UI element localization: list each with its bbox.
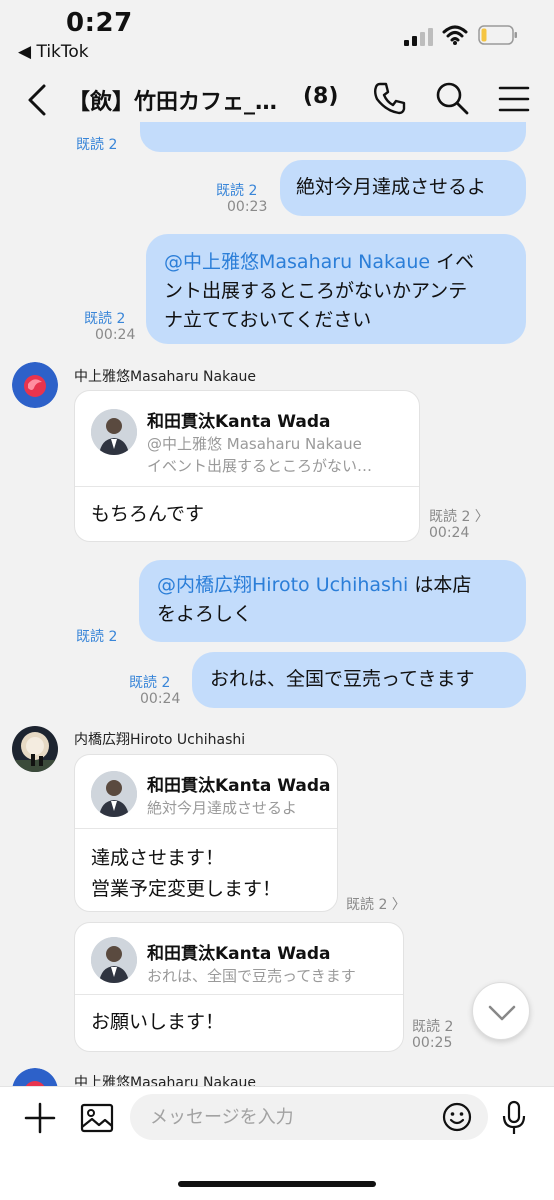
read-receipt: 既読 2: [76, 629, 118, 645]
message-text: おれは、全国で豆売ってきます: [210, 668, 475, 690]
plus-icon[interactable]: [22, 1100, 58, 1136]
avatar: [91, 409, 137, 455]
read-receipt: 既読 2: [129, 675, 171, 691]
message-text: イベ: [430, 251, 475, 273]
avatar[interactable]: [12, 362, 58, 408]
message-time: 00:24: [140, 691, 181, 707]
message-bubble-partial[interactable]: [140, 122, 526, 152]
sender-name: 中上雅悠Masaharu Nakaue: [74, 369, 257, 385]
message-text: お願いします！: [91, 1011, 225, 1033]
read-receipt: 既読 2 〉: [346, 897, 406, 913]
phone-icon[interactable]: [372, 80, 408, 116]
message-time: 00:24: [429, 525, 470, 541]
avatar: [91, 937, 137, 983]
read-receipt: 既読 2: [84, 311, 126, 327]
read-receipt: 既読 2: [216, 183, 258, 199]
read-receipt: 既読 2: [412, 1019, 454, 1035]
quoted-message[interactable]: 和田貫汰Kanta Wada おれは、全国で豆売ってきます: [75, 923, 403, 995]
message-bubble[interactable]: @中上雅悠Masaharu Nakaue イベ ント出展するところがないかアンテ…: [146, 234, 526, 344]
message-bubble[interactable]: おれは、全国で豆売ってきます: [192, 652, 526, 708]
emoji-icon[interactable]: [442, 1102, 472, 1132]
mention[interactable]: @内橋広翔Hiroto Uchihashi: [157, 574, 408, 596]
read-receipt: 既読 2: [76, 137, 118, 153]
reply-message-bubble[interactable]: 和田貫汰Kanta Wada 絶対今月達成させるよ 達成させます！ 営業予定変更…: [74, 754, 338, 912]
message-bubble[interactable]: 絶対今月達成させるよ: [280, 160, 526, 216]
mic-icon[interactable]: [502, 1100, 526, 1136]
message-input[interactable]: [130, 1094, 488, 1140]
back-icon[interactable]: [22, 80, 54, 120]
message-text: をよろしく: [157, 603, 253, 625]
signal-icon: [404, 28, 433, 46]
search-icon[interactable]: [434, 80, 470, 116]
member-count: (8): [303, 84, 339, 109]
message-text: 絶対今月達成させるよ: [296, 176, 487, 198]
message-text: 達成させます！ 営業予定変更します！: [91, 847, 282, 900]
mention[interactable]: @中上雅悠Masaharu Nakaue: [164, 251, 430, 273]
chevron-down-icon: [488, 1005, 516, 1021]
message-text: ント出展するところがないかアンテ: [164, 280, 468, 302]
quoted-message[interactable]: 和田貫汰Kanta Wada @中上雅悠 Masaharu Nakaue イベン…: [75, 391, 419, 487]
quoted-author: 和田貫汰Kanta Wada: [147, 412, 331, 432]
quoted-text: おれは、全国で豆売ってきます: [147, 967, 356, 985]
message-time: 00:24: [95, 327, 136, 343]
quoted-message[interactable]: 和田貫汰Kanta Wada 絶対今月達成させるよ: [75, 755, 337, 829]
menu-icon[interactable]: [498, 84, 530, 114]
reply-message-bubble[interactable]: 和田貫汰Kanta Wada @中上雅悠 Masaharu Nakaue イベン…: [74, 390, 420, 542]
quoted-author: 和田貫汰Kanta Wada: [147, 944, 331, 964]
wifi-icon: [442, 25, 468, 45]
image-icon[interactable]: [80, 1102, 114, 1134]
message-time: 00:23: [227, 199, 268, 215]
avatar[interactable]: [12, 726, 58, 772]
back-to-app-link[interactable]: ◀ TikTok: [18, 42, 89, 62]
reply-message-bubble[interactable]: 和田貫汰Kanta Wada おれは、全国で豆売ってきます お願いします！: [74, 922, 404, 1052]
sender-name: 内橋広翔Hiroto Uchihashi: [74, 732, 246, 748]
quoted-text: @中上雅悠 Masaharu Nakaue イベント出展するところがない…: [147, 435, 373, 475]
read-receipt: 既読 2 〉: [429, 509, 489, 525]
quoted-text: 絶対今月達成させるよ: [147, 799, 298, 817]
message-text: は本店: [408, 574, 472, 596]
message-bubble[interactable]: @内橋広翔Hiroto Uchihashi は本店 をよろしく: [139, 560, 526, 642]
avatar: [91, 771, 137, 817]
home-indicator[interactable]: [178, 1181, 376, 1187]
quoted-author: 和田貫汰Kanta Wada: [147, 776, 331, 796]
chat-title[interactable]: 【飲】竹田カフェ_…: [68, 84, 277, 116]
status-time: 0:27: [66, 8, 133, 38]
message-text: ナ立てておいてください: [164, 309, 372, 331]
battery-icon: [478, 25, 517, 45]
message-time: 00:25: [412, 1035, 453, 1051]
scroll-to-bottom-button[interactable]: [472, 982, 530, 1040]
message-text: もちろんです: [91, 503, 205, 525]
